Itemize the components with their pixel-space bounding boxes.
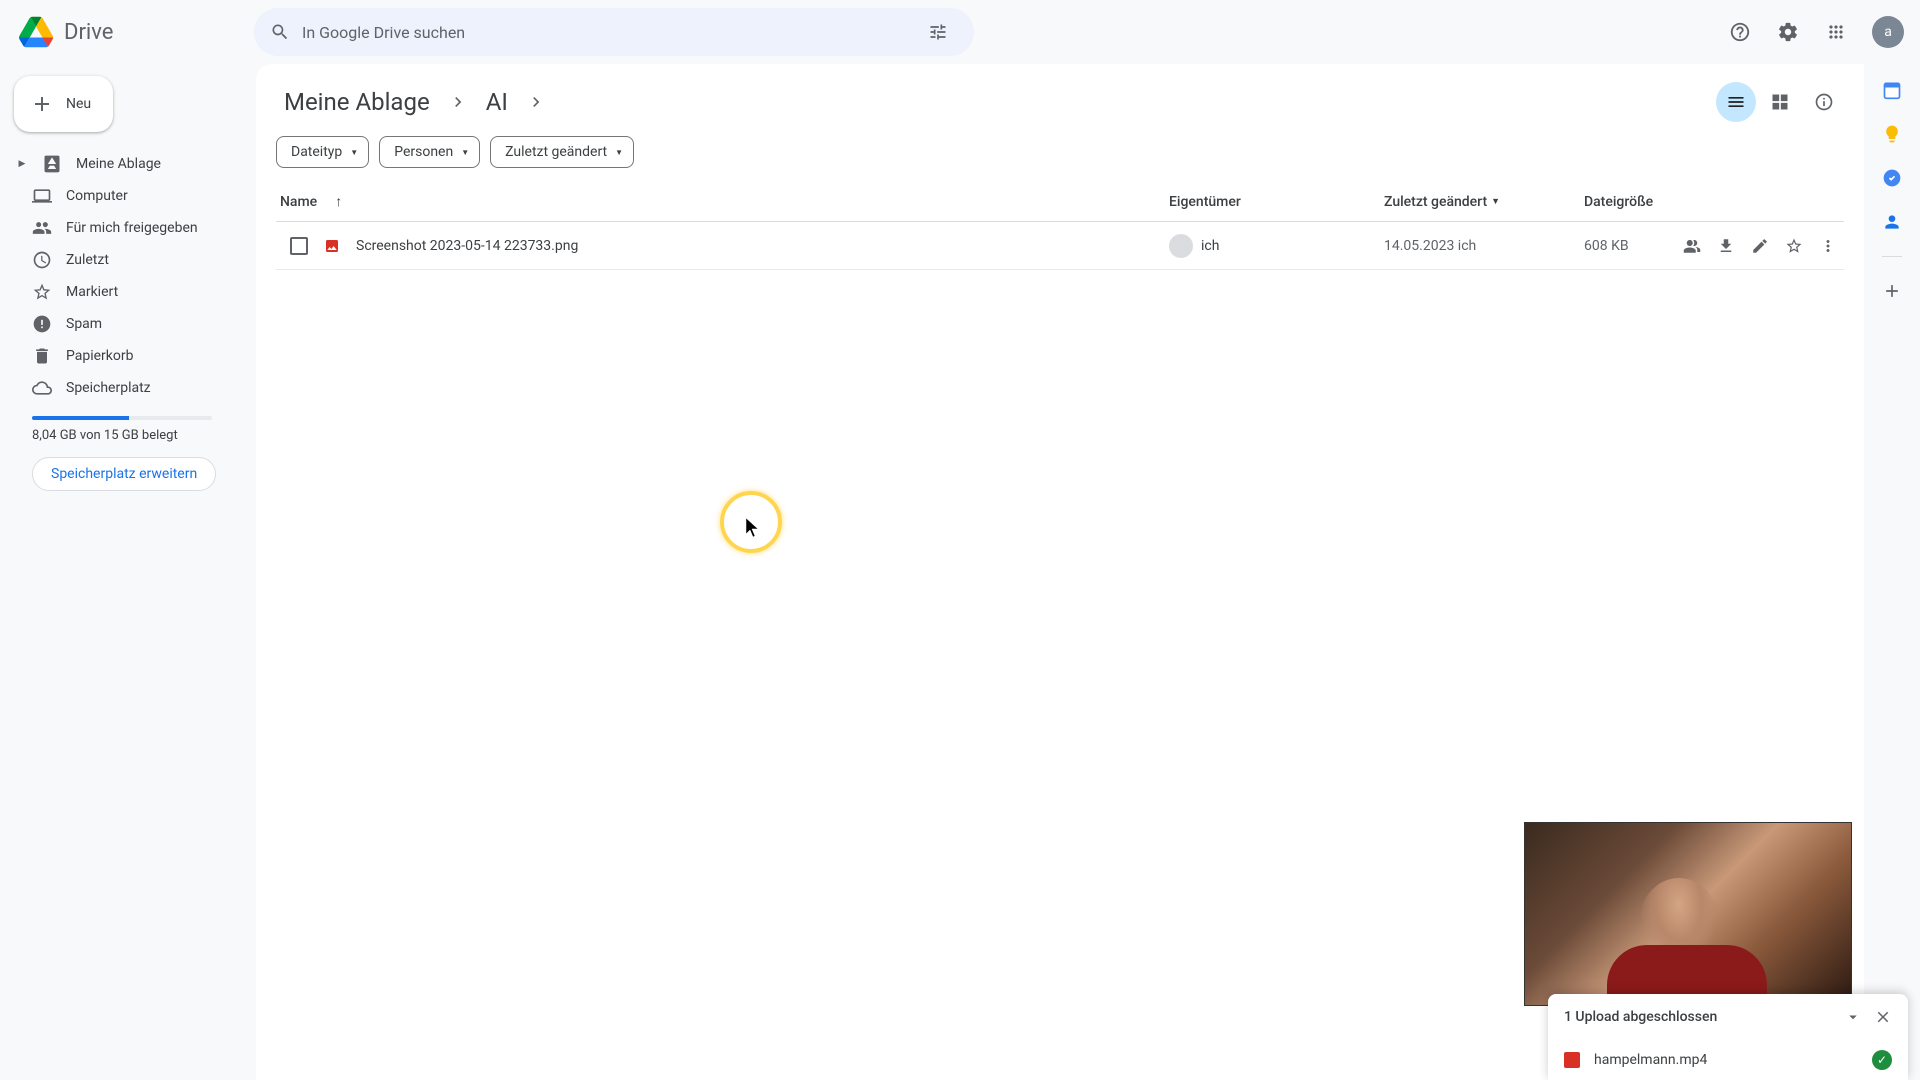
sidebar-label: Für mich freigegeben <box>66 220 198 236</box>
sidebar-item-trash[interactable]: Papierkorb <box>10 340 240 372</box>
grid-view-toggle[interactable] <box>1760 82 1800 122</box>
info-panel-toggle[interactable] <box>1804 82 1844 122</box>
expand-icon[interactable]: ▶ <box>16 159 28 169</box>
file-name: Screenshot 2023-05-14 223733.png <box>356 238 578 254</box>
col-size[interactable]: Dateigröße <box>1584 194 1784 210</box>
col-owner[interactable]: Eigentümer <box>1169 194 1384 210</box>
logo-area[interactable]: Drive <box>16 12 254 52</box>
col-modified[interactable]: Zuletzt geändert▼ <box>1384 194 1584 210</box>
chevron-right-icon <box>522 92 550 112</box>
owner-avatar-icon <box>1169 234 1193 258</box>
search-bar[interactable] <box>254 8 974 56</box>
app-name: Drive <box>64 20 113 45</box>
tasks-icon[interactable] <box>1882 168 1902 188</box>
table-row[interactable]: Screenshot 2023-05-14 223733.png ich 14.… <box>276 222 1844 270</box>
app-header: Drive a <box>0 0 1920 64</box>
modified-date: 14.05.2023 ich <box>1384 238 1584 254</box>
shared-icon <box>32 218 52 238</box>
header-actions: a <box>1720 12 1904 52</box>
spam-icon <box>32 314 52 334</box>
upload-filename: hampelmann.mp4 <box>1594 1052 1707 1068</box>
mydrive-icon <box>42 154 62 174</box>
help-icon[interactable] <box>1720 12 1760 52</box>
cursor-icon <box>746 518 762 538</box>
star-icon[interactable] <box>1778 230 1810 262</box>
success-check-icon: ✓ <box>1872 1050 1892 1070</box>
contacts-icon[interactable] <box>1882 212 1902 232</box>
calendar-icon[interactable] <box>1882 80 1902 100</box>
breadcrumb-item[interactable]: AI <box>478 84 516 120</box>
col-name[interactable]: Name↑ <box>276 193 1169 210</box>
sidebar-label: Speicherplatz <box>66 380 151 396</box>
sidebar-item-storage[interactable]: Speicherplatz <box>10 372 240 404</box>
side-panel <box>1864 64 1920 1080</box>
filter-people[interactable]: Personen▼ <box>379 136 480 168</box>
sidebar: Neu ▶ Meine Ablage Computer Für mich fre… <box>0 64 256 1080</box>
share-icon[interactable] <box>1676 230 1708 262</box>
upload-title: 1 Upload abgeschlossen <box>1564 1009 1717 1025</box>
sidebar-item-starred[interactable]: Markiert <box>10 276 240 308</box>
sidebar-label: Computer <box>66 188 128 204</box>
new-button-label: Neu <box>66 96 91 112</box>
add-addon-icon[interactable] <box>1882 281 1902 301</box>
cloud-icon <box>32 378 52 398</box>
upgrade-storage-button[interactable]: Speicherplatz erweitern <box>32 457 216 491</box>
breadcrumb-item[interactable]: Meine Ablage <box>276 84 438 120</box>
account-avatar[interactable]: a <box>1872 16 1904 48</box>
filter-row: Dateityp▼ Personen▼ Zuletzt geändert▼ <box>276 126 1844 182</box>
storage-bar <box>32 416 212 420</box>
new-button[interactable]: Neu <box>14 76 113 132</box>
sidebar-label: Markiert <box>66 284 118 300</box>
webcam-overlay <box>1524 822 1852 1006</box>
apps-icon[interactable] <box>1816 12 1856 52</box>
search-icon <box>270 22 290 42</box>
recent-icon <box>32 250 52 270</box>
chevron-right-icon <box>444 92 472 112</box>
sidebar-item-computers[interactable]: Computer <box>10 180 240 212</box>
upload-toast: 1 Upload abgeschlossen hampelmann.mp4 ✓ <box>1548 994 1908 1080</box>
sidebar-label: Meine Ablage <box>76 156 161 172</box>
computer-icon <box>32 186 52 206</box>
keep-icon[interactable] <box>1882 124 1902 144</box>
download-icon[interactable] <box>1710 230 1742 262</box>
sidebar-label: Spam <box>66 316 102 332</box>
more-icon[interactable] <box>1812 230 1844 262</box>
chevron-down-icon: ▼ <box>461 148 469 157</box>
table-header: Name↑ Eigentümer Zuletzt geändert▼ Datei… <box>276 182 1844 222</box>
settings-icon[interactable] <box>1768 12 1808 52</box>
video-file-icon <box>1564 1052 1580 1068</box>
row-checkbox[interactable] <box>290 237 308 255</box>
sidebar-item-recent[interactable]: Zuletzt <box>10 244 240 276</box>
breadcrumb: Meine Ablage AI <box>276 84 550 120</box>
trash-icon <box>32 346 52 366</box>
chevron-down-icon: ▼ <box>350 148 358 157</box>
owner-name: ich <box>1201 238 1219 254</box>
chevron-down-icon: ▼ <box>615 148 623 157</box>
collapse-icon[interactable] <box>1844 1008 1862 1026</box>
sidebar-item-mydrive[interactable]: ▶ Meine Ablage <box>10 148 240 180</box>
sidebar-item-spam[interactable]: Spam <box>10 308 240 340</box>
file-size: 608 KB <box>1584 238 1664 254</box>
view-controls <box>1716 82 1844 122</box>
sidebar-label: Zuletzt <box>66 252 109 268</box>
edit-icon[interactable] <box>1744 230 1776 262</box>
search-options-icon[interactable] <box>918 12 958 52</box>
close-icon[interactable] <box>1874 1008 1892 1026</box>
star-icon <box>32 282 52 302</box>
sort-arrow-icon: ↑ <box>335 193 342 210</box>
search-input[interactable] <box>302 23 906 42</box>
storage-fill <box>32 416 129 420</box>
drive-logo-icon <box>16 12 56 52</box>
list-view-toggle[interactable] <box>1716 82 1756 122</box>
sidebar-item-shared[interactable]: Für mich freigegeben <box>10 212 240 244</box>
sidebar-label: Papierkorb <box>66 348 134 364</box>
image-file-icon <box>324 238 340 254</box>
chevron-down-icon: ▼ <box>1491 196 1500 207</box>
storage-text: 8,04 GB von 15 GB belegt <box>32 428 240 443</box>
divider <box>1882 256 1902 257</box>
filter-modified[interactable]: Zuletzt geändert▼ <box>490 136 634 168</box>
filter-filetype[interactable]: Dateityp▼ <box>276 136 369 168</box>
